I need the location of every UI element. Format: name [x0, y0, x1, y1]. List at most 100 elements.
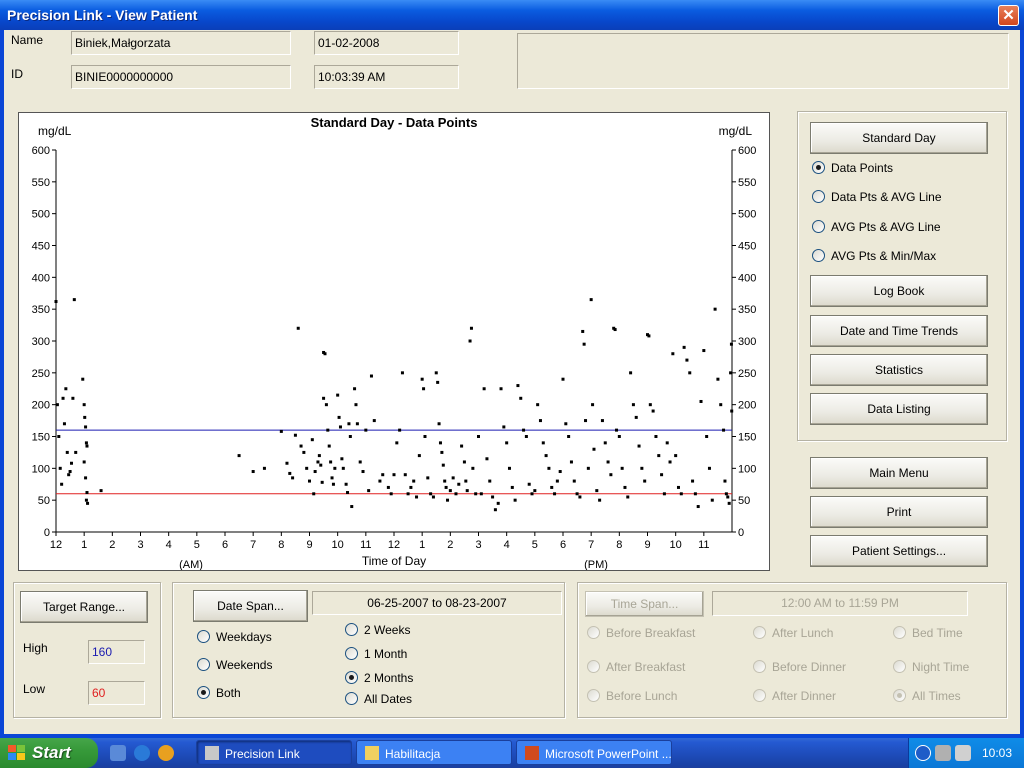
data-point: [727, 501, 731, 505]
data-point: [679, 492, 683, 496]
x-tick-label: 2: [109, 539, 115, 551]
radio-1-month[interactable]: 1 Month: [345, 647, 407, 663]
x-tick-label: 12: [50, 539, 62, 551]
radio-after-lunch[interactable]: After Lunch: [753, 626, 833, 642]
y-tick-label-left: 100: [32, 463, 50, 475]
data-point: [729, 371, 733, 375]
y-tick-label-right: 500: [738, 209, 756, 221]
radio-both[interactable]: Both: [197, 686, 241, 702]
desktop-quicklaunch-icon[interactable]: [110, 745, 126, 761]
radio-after-dinner[interactable]: After Dinner: [753, 689, 836, 705]
data-point: [582, 342, 586, 346]
data-point: [364, 428, 368, 432]
data-point: [429, 492, 433, 496]
date-time-trends-button[interactable]: Date and Time Trends: [810, 315, 988, 347]
data-point: [99, 489, 103, 493]
data-point: [381, 473, 385, 477]
main-menu-button[interactable]: Main Menu: [810, 457, 988, 489]
data-point: [665, 441, 669, 445]
y-tick-label-right: 400: [738, 272, 756, 284]
data-point: [502, 425, 506, 429]
close-button[interactable]: ✕: [998, 5, 1019, 26]
data-point: [479, 492, 483, 496]
radio-before-dinner[interactable]: Before Dinner: [753, 660, 846, 676]
y-tick-label-right: 550: [738, 177, 756, 189]
data-point: [696, 505, 700, 509]
y-tick-label-left: 0: [44, 527, 50, 539]
radio-weekends[interactable]: Weekends: [197, 658, 272, 674]
radio-all-dates[interactable]: All Dates: [345, 692, 412, 708]
media-quicklaunch-icon[interactable]: [158, 745, 174, 761]
radio-avg-pts-avg-line[interactable]: AVG Pts & AVG Line: [812, 220, 941, 236]
data-point: [346, 491, 350, 495]
data-point: [716, 377, 720, 381]
data-point: [422, 387, 426, 391]
log-book-button[interactable]: Log Book: [810, 275, 988, 307]
radio-dot: [812, 249, 825, 262]
data-point: [350, 505, 354, 509]
statistics-button[interactable]: Statistics: [810, 354, 988, 386]
data-point: [465, 489, 469, 493]
data-point: [85, 491, 89, 495]
data-point: [589, 298, 593, 302]
radio-all-times[interactable]: All Times: [893, 689, 961, 705]
radio-bed-time[interactable]: Bed Time: [893, 626, 963, 642]
data-point: [58, 466, 62, 470]
print-button[interactable]: Print: [810, 496, 988, 528]
time-span-button[interactable]: Time Span...: [585, 591, 704, 617]
data-point: [460, 444, 464, 448]
data-point: [643, 479, 647, 483]
title-bar[interactable]: Precision Link - View Patient ✕: [0, 0, 1024, 30]
x-tick-label: 8: [616, 539, 622, 551]
data-point: [437, 422, 441, 426]
data-point: [322, 396, 326, 400]
y-tick-label-right: 250: [738, 368, 756, 380]
x-tick-label: 5: [194, 539, 200, 551]
data-point: [361, 470, 365, 474]
ie-quicklaunch-icon[interactable]: [134, 745, 150, 761]
data-point: [699, 399, 703, 403]
patient-settings-button[interactable]: Patient Settings...: [810, 535, 988, 567]
radio-night-time[interactable]: Night Time: [893, 660, 969, 676]
data-point: [448, 489, 452, 493]
radio-label: Data Pts & AVG Line: [831, 190, 942, 204]
data-listing-button[interactable]: Data Listing: [810, 393, 988, 425]
radio-after-breakfast[interactable]: After Breakfast: [587, 660, 685, 676]
radio-before-lunch[interactable]: Before Lunch: [587, 689, 677, 705]
data-point: [316, 460, 320, 464]
radio-data-points[interactable]: Data Points: [812, 161, 893, 177]
data-point: [417, 454, 421, 458]
am-label: (AM): [179, 559, 203, 570]
radio-2-weeks[interactable]: 2 Weeks: [345, 623, 410, 639]
x-tick-label: 2: [447, 539, 453, 551]
y-tick-label-left: 300: [32, 336, 50, 348]
data-point: [541, 441, 545, 445]
task-powerpoint[interactable]: Microsoft PowerPoint ...: [516, 740, 672, 765]
target-range-button[interactable]: Target Range...: [20, 591, 148, 623]
data-point: [293, 433, 297, 437]
data-point: [431, 495, 435, 499]
date-span-button[interactable]: Date Span...: [193, 590, 308, 622]
standard-day-button[interactable]: Standard Day: [810, 122, 988, 154]
start-button[interactable]: Start: [0, 738, 98, 768]
data-point: [326, 428, 330, 432]
task-habilitacja[interactable]: Habilitacja: [356, 740, 512, 765]
radio-label: Data Points: [831, 161, 894, 175]
radio-2-months[interactable]: 2 Months: [345, 671, 413, 687]
task-precision-link[interactable]: Precision Link: [196, 740, 352, 765]
data-point: [434, 371, 438, 375]
y-tick-label-right: 600: [738, 145, 756, 157]
radio-dot: [587, 626, 600, 639]
data-point: [251, 470, 255, 474]
printer-icon[interactable]: [955, 745, 971, 761]
data-point: [730, 409, 734, 413]
radio-before-breakfast[interactable]: Before Breakfast: [587, 626, 695, 642]
tray-expand-icon[interactable]: [915, 745, 931, 761]
y-tick-label-left: 550: [32, 177, 50, 189]
radio-avg-pts-min-max[interactable]: AVG Pts & Min/Max: [812, 249, 936, 265]
data-point: [600, 419, 604, 423]
network-icon[interactable]: [935, 745, 951, 761]
radio-data-pts-avg-line[interactable]: Data Pts & AVG Line: [812, 190, 942, 206]
radio-weekdays[interactable]: Weekdays: [197, 630, 272, 646]
y-tick-label-left: 200: [32, 400, 50, 412]
